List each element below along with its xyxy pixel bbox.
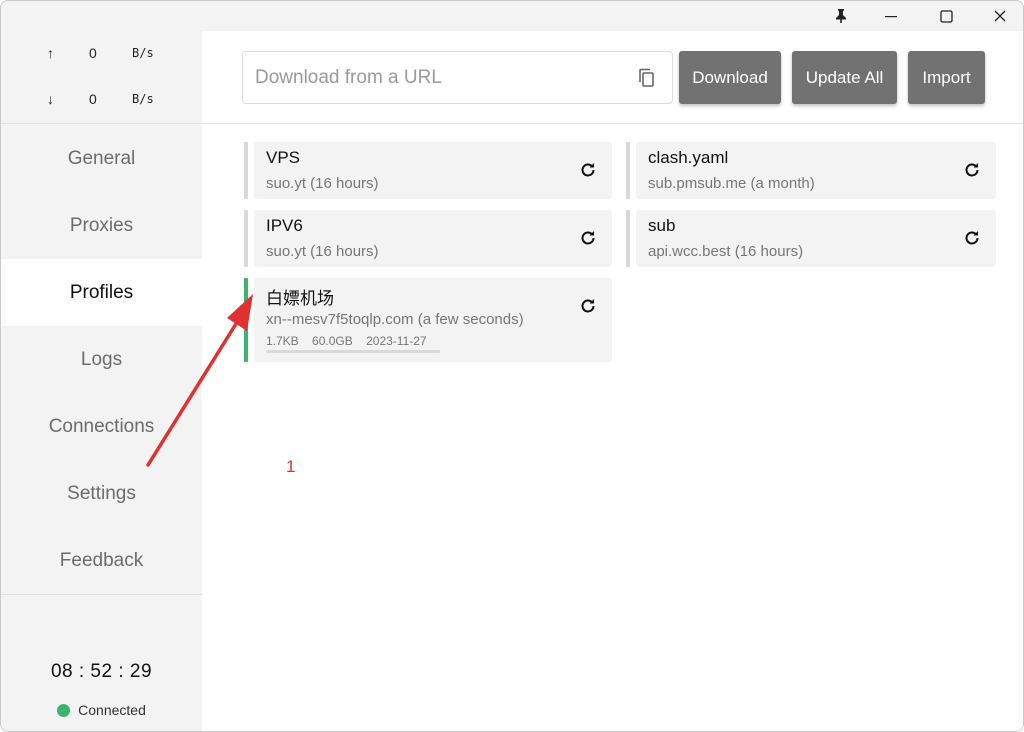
profiles-toolbar: Download Update All Import [202,31,1023,124]
sidebar-item-profiles[interactable]: Profiles [1,259,202,326]
profile-source: xn--mesv7f5toqlp.com (a few seconds) [266,311,524,328]
refresh-icon[interactable] [578,228,598,248]
sidebar-item-general[interactable]: General [1,125,202,192]
profile-indicator [244,210,248,267]
sidebar-item-settings[interactable]: Settings [1,460,202,527]
profile-name: VPS [266,148,301,167]
sidebar-nav: General Proxies Profiles Logs Connection… [1,125,202,594]
profile-stats: 1.7KB 60.0GB 2023-11-27 [266,334,437,348]
close-icon[interactable] [975,1,1023,31]
profile-source: api.wcc.best (16 hours) [648,243,804,260]
pin-icon[interactable] [816,1,866,31]
url-field [242,51,673,104]
upload-value: 0 [89,45,97,61]
profile-card-vps[interactable]: VPS suo.yt (16 hours) [244,142,612,199]
refresh-icon[interactable] [578,160,598,180]
profile-source: sub.pmsub.me (a month) [648,175,815,192]
profile-name: clash.yaml [648,148,729,167]
sidebar-item-feedback[interactable]: Feedback [1,527,202,594]
download-value: 0 [89,91,97,107]
profile-card-baipiao[interactable]: 白嫖机场 xn--mesv7f5toqlp.com (a few seconds… [244,278,612,362]
profile-indicator-active [244,278,248,362]
refresh-icon[interactable] [962,160,982,180]
paste-icon[interactable] [635,66,659,90]
uptime-clock: 08 : 52 : 29 [50,661,153,682]
upload-unit: B/s [132,46,154,60]
annotation-label: 1 [286,457,296,476]
profile-name: sub [648,216,676,235]
profile-total: 60.0GB [312,334,353,348]
profile-name: IPV6 [266,216,303,235]
sidebar-item-connections[interactable]: Connections [1,393,202,460]
sidebar: ↑ 0 B/s ↓ 0 B/s General Proxies Profiles… [1,31,202,731]
profile-card-clash-yaml[interactable]: clash.yaml sub.pmsub.me (a month) [626,142,996,199]
refresh-icon[interactable] [578,296,598,316]
main-content: Download Update All Import VPS suo.yt (1… [202,31,1023,731]
profile-indicator [626,210,630,267]
refresh-icon[interactable] [962,228,982,248]
url-input[interactable] [255,64,615,92]
profile-indicator [244,142,248,199]
usage-progress [266,350,440,353]
download-speed: ↓ 0 B/s [1,91,202,111]
profile-card-ipv6[interactable]: IPV6 suo.yt (16 hours) [244,210,612,267]
download-arrow-icon: ↓ [47,91,54,107]
sidebar-item-logs[interactable]: Logs [1,326,202,393]
profile-source: suo.yt (16 hours) [266,175,379,192]
status-label: Connected [78,702,146,718]
title-bar [1,1,1023,31]
download-unit: B/s [132,92,154,106]
upload-speed: ↑ 0 B/s [1,45,202,65]
import-button[interactable]: Import [908,51,985,104]
profile-source: suo.yt (16 hours) [266,243,379,260]
download-button[interactable]: Download [679,51,781,104]
traffic-panel: ↑ 0 B/s ↓ 0 B/s [1,31,202,124]
connection-status: Connected [1,702,202,718]
sidebar-item-proxies[interactable]: Proxies [1,192,202,259]
profile-name: 白嫖机场 [266,289,334,308]
profile-card-sub[interactable]: sub api.wcc.best (16 hours) [626,210,996,267]
profile-indicator [626,142,630,199]
minimize-icon[interactable] [866,1,916,31]
profile-used: 1.7KB [266,334,299,348]
upload-arrow-icon: ↑ [47,45,54,61]
app-window: ↑ 0 B/s ↓ 0 B/s General Proxies Profiles… [0,0,1024,732]
maximize-icon[interactable] [921,1,971,31]
profile-expire: 2023-11-27 [366,334,427,348]
status-dot-icon [57,703,71,717]
update-all-button[interactable]: Update All [792,51,897,104]
